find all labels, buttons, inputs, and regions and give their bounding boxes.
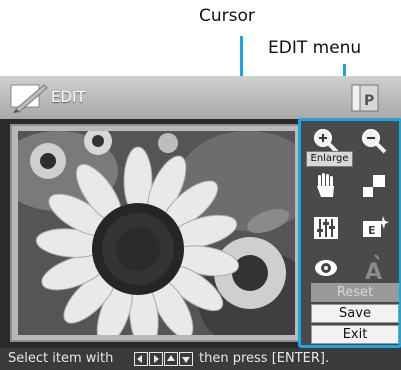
page-title: EDIT — [51, 88, 86, 106]
text-icon: A — [365, 254, 382, 283]
adjust-sliders-icon[interactable] — [311, 213, 341, 243]
sunflower-photo — [18, 131, 295, 335]
resize-icon[interactable] — [359, 171, 389, 201]
cursor-callout: Cursor — [199, 6, 255, 26]
arrow-keys-icon — [134, 352, 193, 366]
exit-button[interactable]: Exit — [311, 325, 399, 344]
status-suffix: then press [ENTER]. — [199, 351, 330, 366]
reset-button: Reset — [311, 283, 399, 302]
reduce-icon[interactable] — [359, 126, 389, 156]
hand-move-icon[interactable] — [311, 171, 341, 201]
photo-frame — [10, 124, 303, 342]
edit-menu: Enlarge E A Reset Save Exit — [298, 118, 401, 348]
edit-pencil-icon — [10, 84, 48, 113]
enlarge-tooltip: Enlarge — [306, 151, 353, 167]
red-eye-icon[interactable] — [311, 253, 341, 283]
device-screen: EDIT P Enlarge E A Reset Save Exit Selec… — [0, 76, 401, 370]
save-button[interactable]: Save — [311, 304, 399, 323]
print-icon[interactable]: P — [350, 83, 380, 113]
status-prefix: Select item with — [8, 351, 114, 366]
svg-text:P: P — [364, 93, 374, 109]
effect-icon[interactable]: E — [359, 213, 389, 243]
svg-text:A: A — [365, 260, 382, 283]
top-bar: EDIT P — [0, 76, 401, 119]
edit-menu-callout: EDIT menu — [268, 38, 362, 58]
status-bar: Select item with then press [ENTER]. — [0, 348, 401, 370]
svg-text:E: E — [368, 224, 376, 237]
